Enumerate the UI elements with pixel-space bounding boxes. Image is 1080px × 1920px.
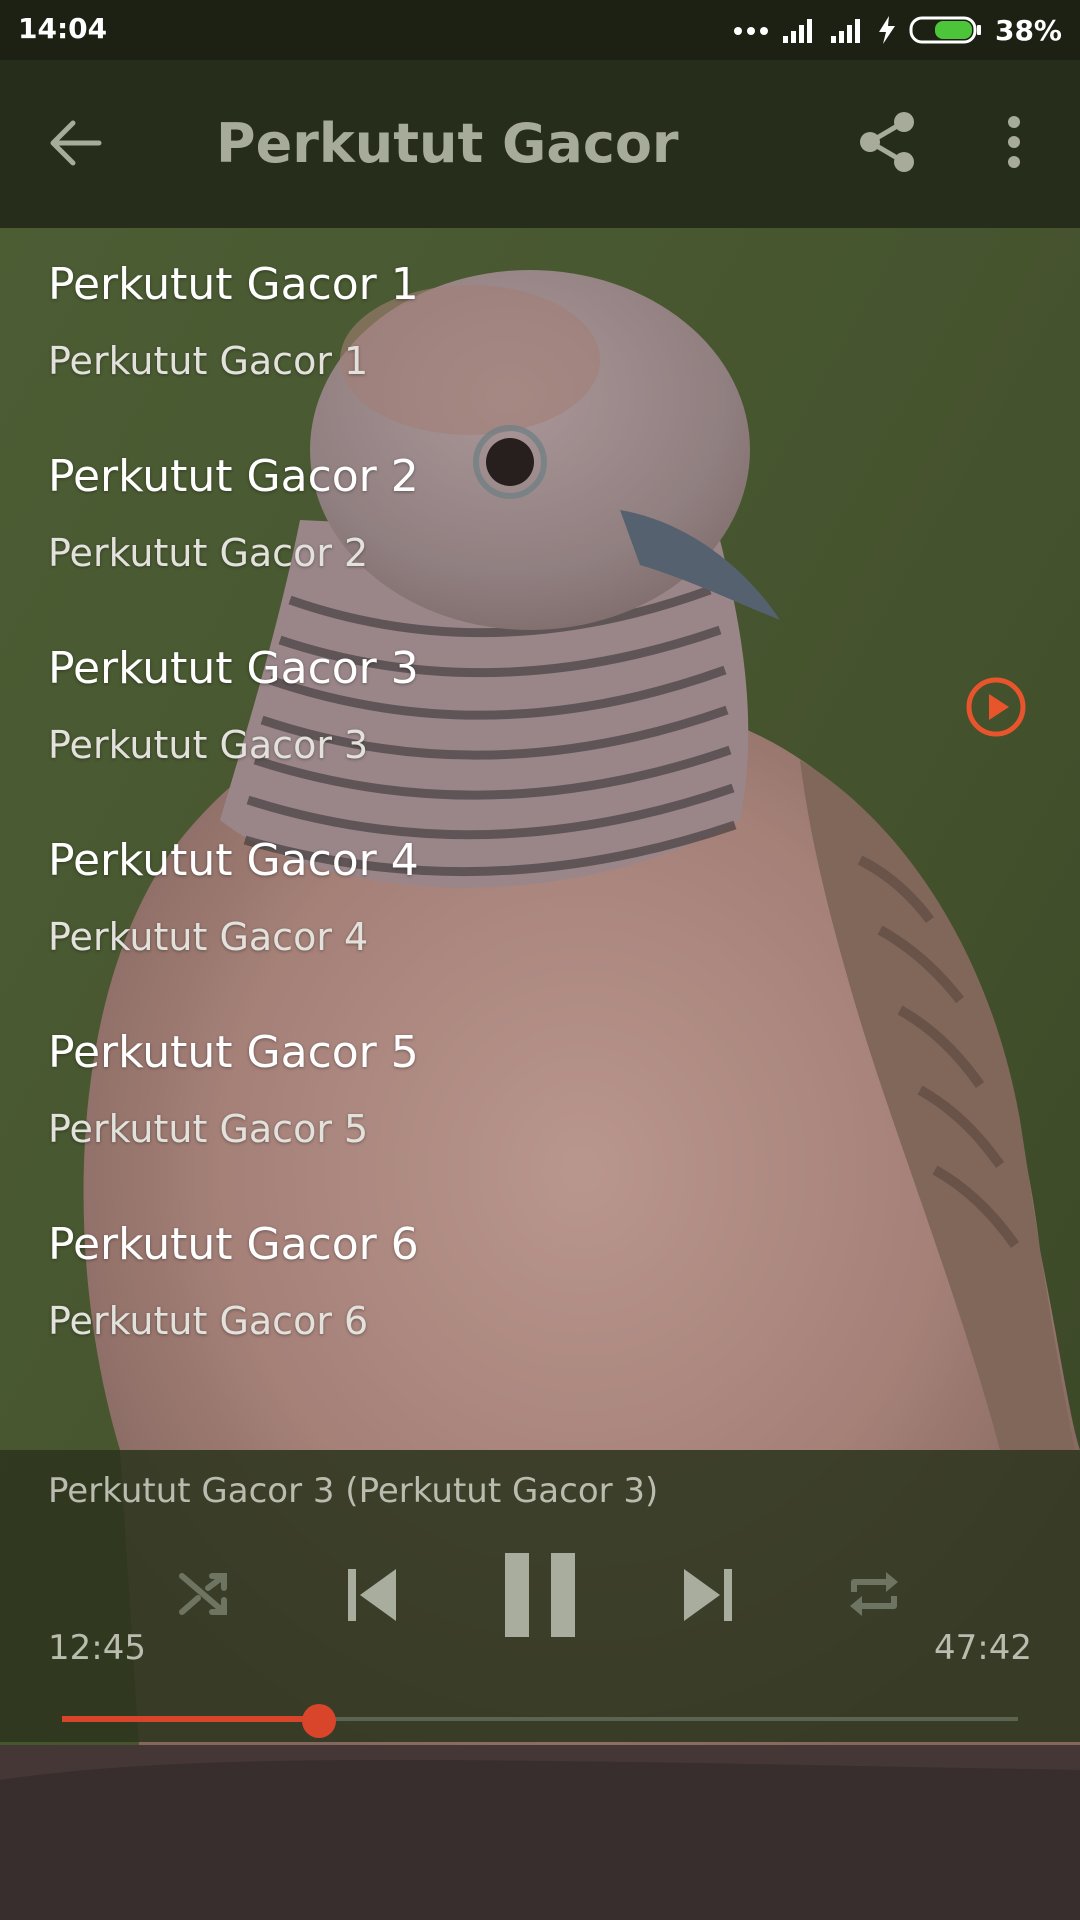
seek-bar[interactable] — [62, 1704, 1018, 1738]
seek-progress — [62, 1716, 319, 1722]
track-list: Perkutut Gacor 1 Perkutut Gacor 1 Perkut… — [0, 228, 1080, 1380]
more-dots-icon — [733, 27, 768, 35]
now-playing-label: Perkutut Gacor 3 (Perkutut Gacor 3) — [48, 1471, 659, 1511]
signal-icon — [782, 19, 812, 43]
share-button[interactable] — [852, 106, 924, 178]
player-panel: Perkutut Gacor 3 (Perkutut Gacor 3) 12:4… — [0, 1450, 1080, 1742]
shuffle-button[interactable] — [172, 1562, 236, 1626]
share-icon — [860, 112, 914, 172]
more-vert-icon — [1008, 116, 1020, 168]
skip-next-icon — [684, 1569, 732, 1621]
track-item[interactable]: Perkutut Gacor 5 Perkutut Gacor 5 — [0, 996, 1080, 1188]
charging-bolt-icon — [878, 16, 895, 44]
battery-icon — [909, 16, 981, 44]
music-player-screen: 14:04 38% Perkutut Gacor Perkutut Gacor … — [0, 0, 1080, 1920]
app-bar: Perkutut Gacor — [0, 60, 1080, 228]
back-button[interactable] — [40, 108, 110, 178]
track-title: Perkutut Gacor 1 — [48, 259, 419, 310]
signal-icon — [830, 19, 860, 43]
pause-button[interactable] — [498, 1550, 582, 1640]
repeat-button[interactable] — [842, 1562, 906, 1626]
skip-previous-icon — [348, 1569, 396, 1621]
track-title: Perkutut Gacor 4 — [48, 835, 419, 886]
track-subtitle: Perkutut Gacor 2 — [48, 531, 369, 575]
track-subtitle: Perkutut Gacor 3 — [48, 723, 369, 767]
now-playing-indicator-icon[interactable] — [964, 675, 1028, 739]
back-arrow-icon — [50, 120, 102, 166]
status-time: 14:04 — [18, 12, 108, 45]
more-options-button[interactable] — [990, 106, 1038, 178]
track-item[interactable]: Perkutut Gacor 4 Perkutut Gacor 4 — [0, 804, 1080, 996]
next-button[interactable] — [674, 1550, 742, 1640]
previous-button[interactable] — [338, 1550, 406, 1640]
track-title: Perkutut Gacor 3 — [48, 643, 419, 694]
pause-icon — [505, 1553, 575, 1637]
track-title: Perkutut Gacor 2 — [48, 451, 419, 502]
repeat-icon — [850, 1572, 898, 1616]
track-subtitle: Perkutut Gacor 4 — [48, 915, 369, 959]
track-item[interactable]: Perkutut Gacor 3 Perkutut Gacor 3 — [0, 612, 1080, 804]
track-item[interactable]: Perkutut Gacor 6 Perkutut Gacor 6 — [0, 1188, 1080, 1380]
track-title: Perkutut Gacor 6 — [48, 1219, 419, 1270]
track-title: Perkutut Gacor 5 — [48, 1027, 419, 1078]
track-subtitle: Perkutut Gacor 1 — [48, 339, 369, 383]
track-item[interactable]: Perkutut Gacor 2 Perkutut Gacor 2 — [0, 420, 1080, 612]
shuffle-icon — [179, 1573, 227, 1615]
status-bar: 14:04 38% — [0, 0, 1080, 60]
page-title: Perkutut Gacor — [216, 112, 679, 175]
seek-thumb[interactable] — [302, 1704, 336, 1738]
track-subtitle: Perkutut Gacor 6 — [48, 1299, 369, 1343]
total-time: 47:42 — [934, 1628, 1032, 1668]
status-icons: 38% — [733, 12, 1062, 48]
track-subtitle: Perkutut Gacor 5 — [48, 1107, 369, 1151]
track-item[interactable]: Perkutut Gacor 1 Perkutut Gacor 1 — [0, 228, 1080, 420]
battery-percent: 38% — [994, 13, 1062, 47]
elapsed-time: 12:45 — [48, 1628, 146, 1668]
